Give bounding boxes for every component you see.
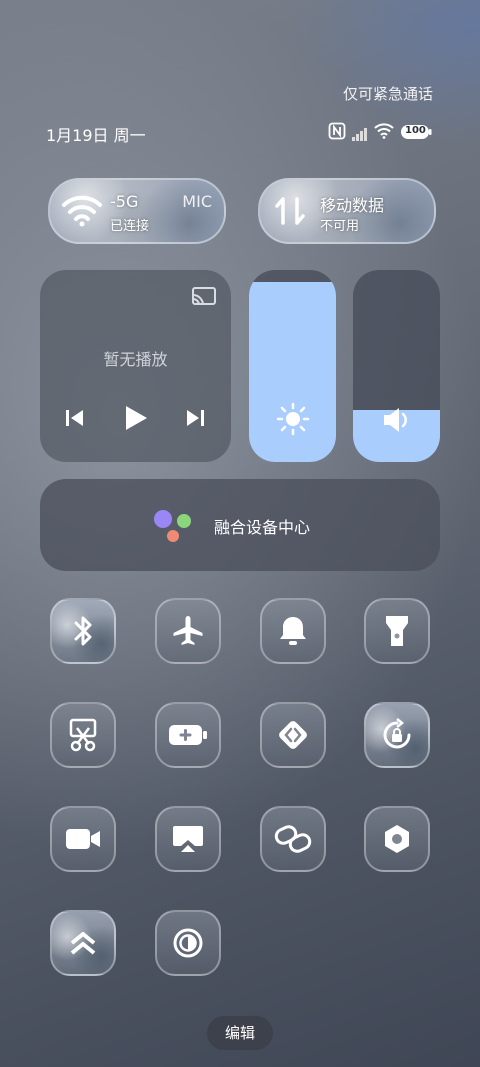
airplane-icon (173, 616, 203, 645)
settings-toggle[interactable] (364, 806, 430, 872)
battery-percent: 100 (405, 125, 426, 136)
ring-mode-toggle[interactable] (260, 598, 326, 664)
emergency-calls-only: 仅可紧急通话 (342, 85, 433, 103)
wifi-icon (374, 123, 394, 143)
status-icons: 100 (328, 122, 438, 144)
mobile-data-status: 不可用 (320, 219, 360, 234)
play-icon[interactable] (123, 404, 149, 436)
dark-mode-toggle[interactable] (155, 910, 221, 976)
mobile-data-toggle[interactable]: 移动数据 不可用 (258, 178, 436, 244)
wifi-network-name-extra: MIC (182, 192, 212, 211)
bluetooth-toggle[interactable] (50, 598, 116, 664)
chevrons-up-icon (70, 932, 96, 955)
signal-icon (352, 126, 368, 145)
next-icon[interactable] (185, 408, 205, 432)
rotation-lock-toggle[interactable] (364, 702, 430, 768)
device-hub-card[interactable]: 融合设备中心 (40, 479, 440, 571)
sun-icon (276, 402, 310, 440)
volume-slider[interactable] (353, 270, 440, 462)
screen-cast-toggle[interactable] (155, 806, 221, 872)
previous-icon[interactable] (65, 408, 85, 432)
screenshot-icon (69, 718, 97, 752)
code-tool-toggle[interactable] (260, 702, 326, 768)
link-share-toggle[interactable] (260, 806, 326, 872)
contrast-icon (173, 928, 203, 958)
link-icon (274, 825, 312, 853)
now-playing-text: 暂无播放 (103, 350, 168, 369)
brightness-slider[interactable] (249, 270, 336, 462)
screen-record-toggle[interactable] (50, 806, 116, 872)
code-icon (279, 721, 307, 749)
flashlight-icon (386, 616, 408, 646)
battery-icon: 100 (400, 122, 432, 146)
wifi-toggle[interactable]: -5G MIC 已连接 (48, 178, 226, 244)
data-arrows-icon (274, 193, 314, 229)
boost-toggle[interactable] (50, 910, 116, 976)
battery-saver-icon (169, 725, 207, 745)
bell-icon (280, 617, 306, 645)
mobile-data-label: 移动数据 (320, 196, 385, 215)
device-hub-icon (152, 509, 194, 543)
edit-button[interactable]: 编辑 (207, 1016, 273, 1050)
speaker-icon (381, 405, 413, 439)
date-label: 1月19日 周一 (46, 126, 146, 145)
wifi-icon (62, 193, 102, 229)
video-icon (66, 829, 100, 849)
media-player-card[interactable]: 暂无播放 (40, 270, 231, 462)
battery-saver-toggle[interactable] (155, 702, 221, 768)
device-hub-label: 融合设备中心 (214, 518, 311, 537)
wifi-status: 已连接 (110, 219, 150, 234)
rotation-lock-icon (383, 718, 411, 749)
nfc-icon (328, 122, 346, 144)
bluetooth-icon (74, 616, 92, 646)
screen-cast-icon (173, 826, 203, 852)
settings-icon (385, 825, 409, 853)
airplane-mode-toggle[interactable] (155, 598, 221, 664)
wifi-network-name: -5G (110, 192, 139, 211)
cast-icon[interactable] (191, 286, 217, 312)
screenshot-toggle[interactable] (50, 702, 116, 768)
flashlight-toggle[interactable] (364, 598, 430, 664)
